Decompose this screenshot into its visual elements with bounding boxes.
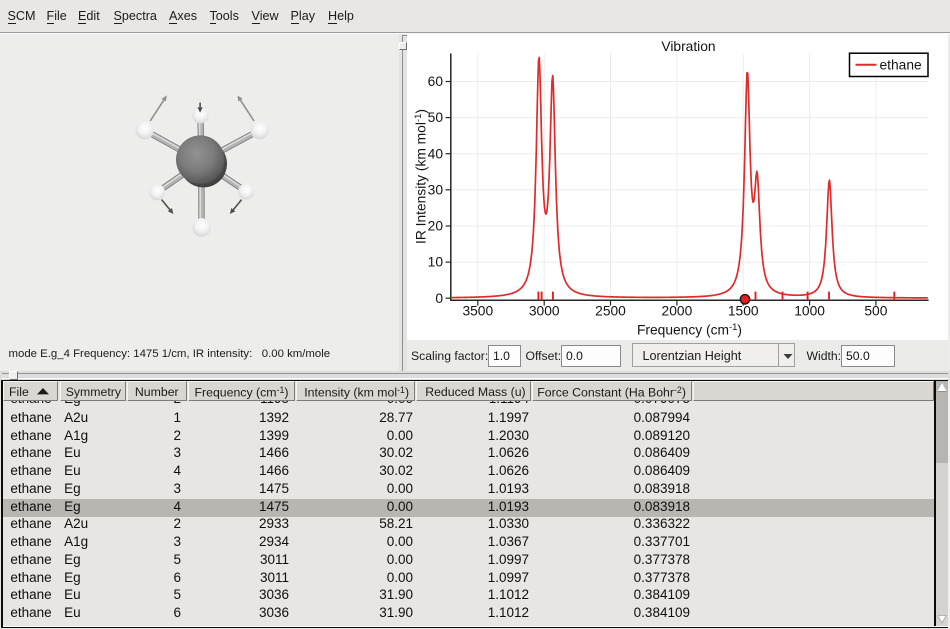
svg-text:500: 500 [864,304,887,319]
svg-text:3000: 3000 [529,304,560,319]
svg-text:IR Intensity (km mol-1): IR Intensity (km mol-1) [413,109,429,244]
svg-text:30: 30 [428,182,444,197]
svg-text:Vibration: Vibration [661,39,715,54]
svg-text:0: 0 [435,291,443,306]
svg-text:1500: 1500 [728,304,759,319]
svg-text:2500: 2500 [595,304,626,319]
svg-text:2000: 2000 [662,304,693,319]
svg-text:40: 40 [428,146,444,161]
svg-text:50: 50 [428,110,444,125]
svg-text:20: 20 [428,219,444,234]
svg-text:1000: 1000 [794,304,825,319]
svg-text:3500: 3500 [462,304,493,319]
svg-text:10: 10 [428,255,444,270]
svg-text:60: 60 [428,74,444,89]
svg-text:ethane: ethane [880,58,923,73]
svg-text:Frequency (cm-1): Frequency (cm-1) [637,322,742,338]
